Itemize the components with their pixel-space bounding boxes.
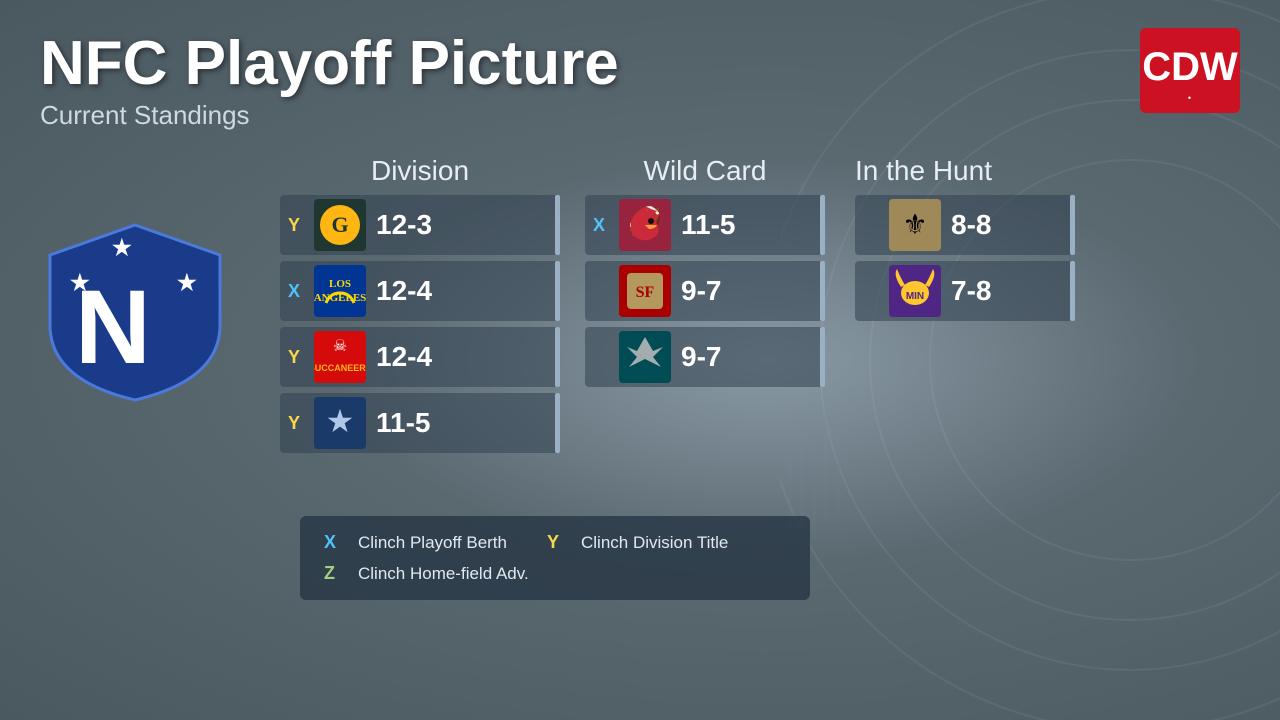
saints-logo: ⚜ — [889, 199, 941, 251]
legend-y-text: Clinch Division Title — [581, 533, 728, 553]
svg-text:MIN: MIN — [906, 291, 924, 302]
svg-text:BUCCANEERS: BUCCANEERS — [314, 363, 366, 373]
vikings-record: 7-8 — [951, 275, 1011, 307]
49ers-record: 9-7 — [681, 275, 741, 307]
svg-text:⚜: ⚜ — [902, 209, 927, 240]
svg-text:★: ★ — [326, 403, 355, 439]
packers-record: 12-3 — [376, 209, 436, 241]
legend-z-badge: Z — [324, 563, 346, 584]
rams-record: 12-4 — [376, 275, 436, 307]
svg-text:LOS: LOS — [329, 278, 351, 290]
cardinals-record: 11-5 — [681, 209, 741, 241]
table-row: X 9-7 — [585, 327, 825, 387]
table-row: Y ★ 11-5 — [280, 393, 560, 453]
wildcard-header: Wild Card — [585, 155, 825, 187]
legend-z-text: Clinch Home-field Adv. — [358, 564, 529, 584]
packers-logo: G — [314, 199, 366, 251]
eagles-record: 9-7 — [681, 341, 741, 373]
main-content: NFC Playoff Picture Current Standings Di… — [0, 0, 1280, 720]
vikings-logo: MIN — [889, 265, 941, 317]
division-column: Division Y G 12-3 X — [280, 155, 560, 459]
table-row: Y G 12-3 — [280, 195, 560, 255]
table-row: X MIN 7-8 — [855, 261, 1075, 321]
saints-record: 8-8 — [951, 209, 1011, 241]
49ers-logo: SF — [619, 265, 671, 317]
division-badge-packers: Y — [288, 215, 310, 236]
svg-text:☠: ☠ — [333, 338, 347, 355]
division-badge-cowboys: Y — [288, 413, 310, 434]
buccaneers-logo: ☠ BUCCANEERS — [314, 331, 366, 383]
hunt-column: In the Hunt X ⚜ 8-8 — [855, 155, 1105, 327]
rams-logo: LOS ANGELES — [314, 265, 366, 317]
table-row: X 🏈 11-5 — [585, 195, 825, 255]
header: NFC Playoff Picture Current Standings — [40, 30, 1240, 131]
table-row: X LOS ANGELES 12-4 — [280, 261, 560, 321]
standings-area: Division Y G 12-3 X — [280, 155, 1260, 459]
table-row: X ⚜ 8-8 — [855, 195, 1075, 255]
division-header: Division — [280, 155, 560, 187]
cardinals-logo: 🏈 — [619, 199, 671, 251]
cowboys-record: 11-5 — [376, 407, 436, 439]
legend-x-badge: X — [324, 532, 346, 553]
legend-x-text: Clinch Playoff Berth — [358, 533, 507, 553]
page-title: NFC Playoff Picture — [40, 30, 1240, 98]
cowboys-logo: ★ — [314, 397, 366, 449]
legend-box: X Clinch Playoff Berth Y Clinch Division… — [300, 516, 810, 600]
table-row: X SF 9-7 — [585, 261, 825, 321]
svg-text:SF: SF — [636, 284, 655, 301]
legend-y-badge: Y — [547, 532, 569, 553]
hunt-header: In the Hunt — [855, 155, 1105, 187]
wildcard-badge-cardinals: X — [593, 215, 615, 236]
division-badge-rams: X — [288, 281, 310, 302]
eagles-logo — [619, 331, 671, 383]
wildcard-column: Wild Card X 🏈 — [585, 155, 825, 393]
division-badge-buccaneers: Y — [288, 347, 310, 368]
svg-text:G: G — [331, 212, 348, 237]
buccaneers-record: 12-4 — [376, 341, 436, 373]
table-row: Y ☠ BUCCANEERS 12-4 — [280, 327, 560, 387]
page-subtitle: Current Standings — [40, 100, 1240, 131]
